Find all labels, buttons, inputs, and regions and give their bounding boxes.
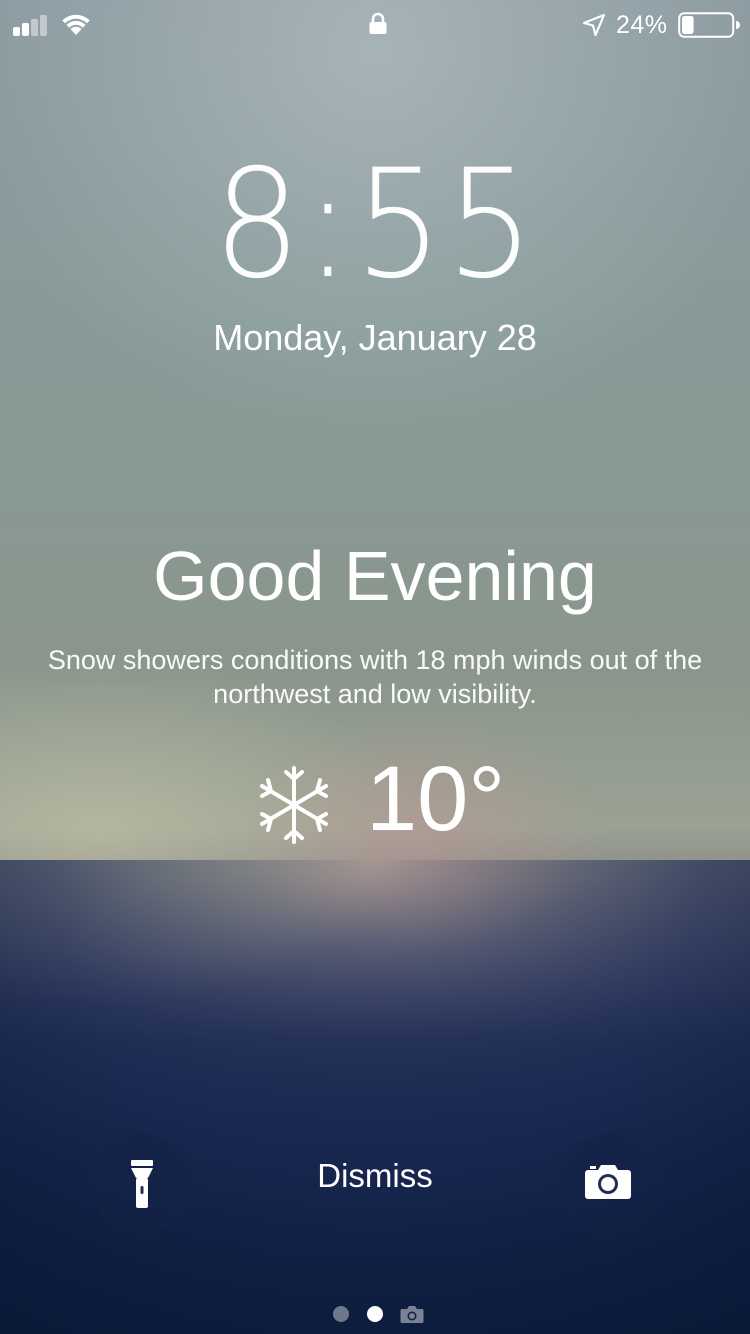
camera-icon[interactable] [400,1304,424,1324]
temperature: 10° [366,748,506,850]
camera-icon [585,1165,631,1199]
camera-button[interactable] [558,1134,658,1234]
clock-date: Monday, January 28 [213,317,537,358]
wifi-icon [62,14,90,35]
weather-description: Snow showers conditions with 18 mph wind… [47,645,703,709]
status-bar: 24% [0,0,750,48]
location-icon [582,13,606,37]
page-dot[interactable] [333,1306,349,1322]
clock-time: 8:55 [0,140,750,310]
battery-percentage: 24% [616,11,668,39]
page-indicator [330,1302,430,1326]
signal-icon [13,15,47,36]
clock-time-text: 8:55 [212,138,538,312]
flashlight-button[interactable] [92,1134,192,1234]
greeting-heading: Good Evening [153,537,597,615]
lock-icon [369,12,387,34]
snowflake-icon [260,766,328,844]
page-dot-current[interactable] [367,1306,383,1322]
flashlight-icon [131,1160,153,1208]
lock-screen: 24% 8:55 Monday, January 28 Good Evening… [0,0,750,1334]
dismiss-button[interactable]: Dismiss [275,1156,475,1196]
battery-icon [678,12,740,38]
background-mountain [0,860,750,1334]
